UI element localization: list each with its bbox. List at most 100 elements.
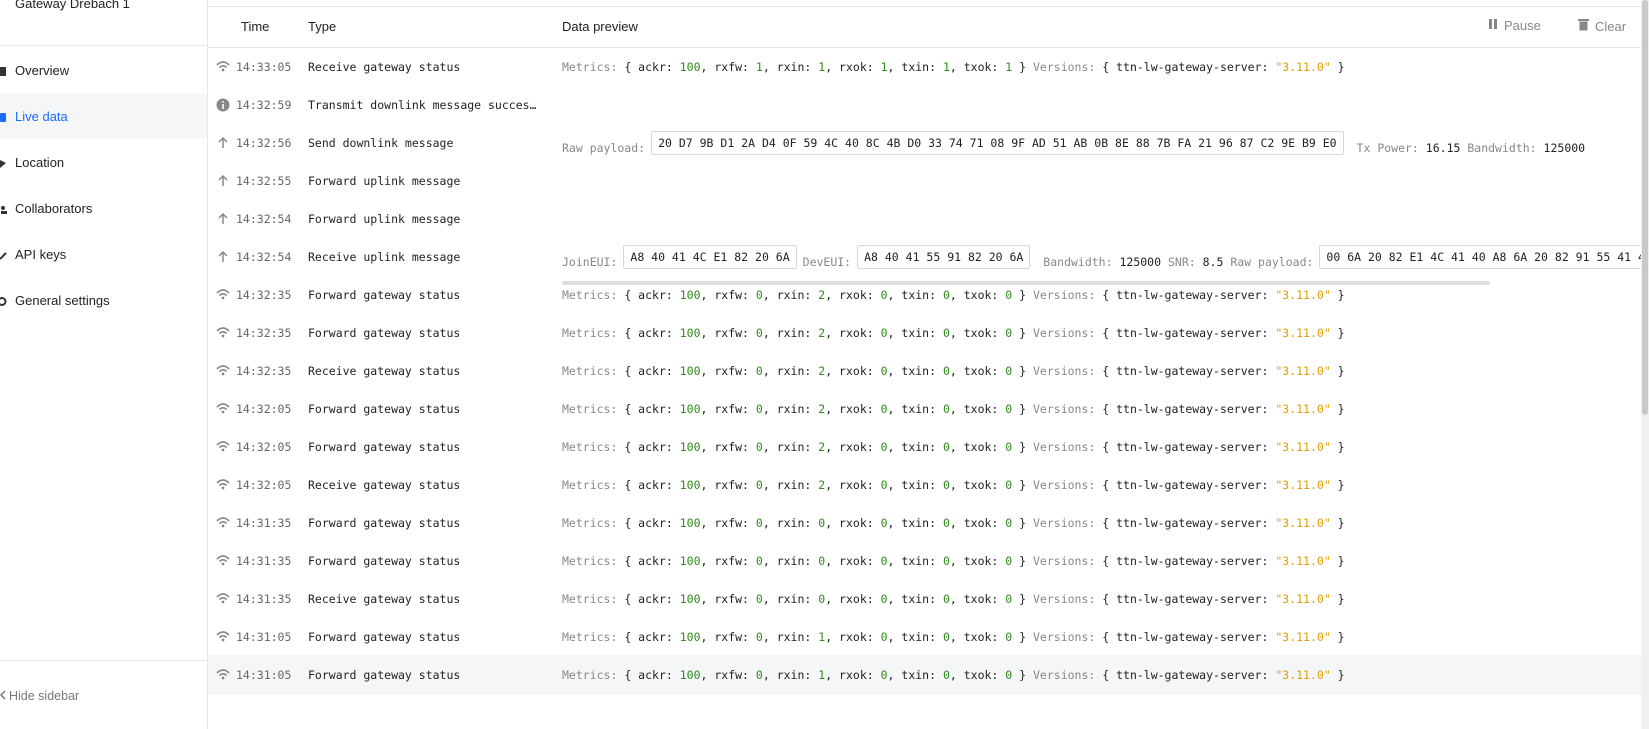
column-header-data-preview: Data preview bbox=[562, 19, 638, 34]
data-preview: Metrics: { ackr: 100, rxfw: 1, rxin: 1, … bbox=[562, 60, 1345, 74]
sidebar-item-api-keys[interactable]: API keys bbox=[0, 232, 207, 276]
metric-value: 0 bbox=[942, 516, 950, 530]
metric-name: rxfw: bbox=[714, 478, 756, 492]
event-type: Forward gateway status bbox=[308, 630, 461, 644]
event-time: 14:32:35 bbox=[236, 326, 292, 340]
data-preview: Metrics: { ackr: 100, rxfw: 0, rxin: 1, … bbox=[562, 668, 1345, 682]
metric-value: 0 bbox=[1005, 402, 1013, 416]
metric-name: rxin: bbox=[776, 478, 819, 492]
clear-button[interactable]: Clear bbox=[1578, 18, 1626, 34]
metric-value: 0 bbox=[1005, 326, 1013, 340]
table-row[interactable]: 14:32:55 Forward uplink message bbox=[208, 161, 1649, 201]
sidebar-item-live-data[interactable]: Live data bbox=[0, 94, 207, 138]
metric-value: 0 bbox=[880, 478, 888, 492]
version-value: "3.11.0" bbox=[1275, 402, 1331, 416]
wifi-icon bbox=[216, 326, 230, 340]
data-preview: JoinEUI: A8 40 41 4C E1 82 20 6A DevEUI: A8… bbox=[562, 245, 1649, 274]
server-key: ttn-lw-gateway-server: bbox=[1116, 364, 1269, 378]
metric-name: rxin: bbox=[776, 554, 819, 568]
metric-value: 0 bbox=[880, 364, 888, 378]
event-time: 14:32:05 bbox=[236, 478, 292, 492]
data-preview: Metrics: { ackr: 100, rxfw: 0, rxin: 2, … bbox=[562, 402, 1345, 416]
versions-key: Versions: bbox=[1033, 60, 1096, 74]
metric-name: txin: bbox=[901, 516, 943, 530]
metric-value: 0 bbox=[1005, 592, 1013, 606]
event-type: Receive gateway status bbox=[308, 60, 461, 74]
sidebar-item-overview[interactable]: Overview bbox=[0, 48, 207, 92]
server-key: ttn-lw-gateway-server: bbox=[1116, 630, 1269, 644]
metric-value: 0 bbox=[942, 630, 950, 644]
table-row[interactable]: 14:32:05 Receive gateway status Metrics: {… bbox=[208, 465, 1649, 505]
table-row[interactable]: 14:32:05 Forward gateway status Metrics: {… bbox=[208, 427, 1649, 467]
version-value: "3.11.0" bbox=[1275, 288, 1331, 302]
event-type: Send downlink message bbox=[308, 136, 454, 150]
event-time: 14:31:35 bbox=[236, 592, 292, 606]
raw-payload-key: Raw payload: bbox=[1230, 255, 1314, 269]
metric-name: rxok: bbox=[839, 592, 881, 606]
server-key: ttn-lw-gateway-server: bbox=[1116, 478, 1269, 492]
sidebar-item-location[interactable]: Location bbox=[0, 140, 207, 184]
metric-name: ackr: bbox=[638, 592, 680, 606]
event-type: Forward gateway status bbox=[308, 402, 461, 416]
table-row[interactable]: 14:33:05 Receive gateway status Metrics: {… bbox=[208, 47, 1649, 87]
horizontal-scrollbar[interactable] bbox=[562, 281, 1490, 285]
event-time: 14:32:56 bbox=[236, 136, 292, 150]
versions-key: Versions: bbox=[1033, 326, 1096, 340]
wifi-icon bbox=[216, 630, 230, 644]
metrics-key: Metrics: bbox=[562, 630, 618, 644]
table-row[interactable]: 14:31:35 Forward gateway status Metrics: {… bbox=[208, 503, 1649, 543]
metric-name: txok: bbox=[963, 440, 1006, 454]
event-time: 14:31:05 bbox=[236, 668, 292, 682]
metric-value: 0 bbox=[880, 592, 888, 606]
metric-value: 2 bbox=[818, 402, 826, 416]
sidebar-item-label: General settings bbox=[15, 292, 110, 308]
table-row[interactable]: 14:32:56 Send downlink message Raw payload… bbox=[208, 123, 1649, 163]
table-row[interactable]: 14:32:54 Forward uplink message bbox=[208, 199, 1649, 239]
metric-name: txok: bbox=[963, 326, 1006, 340]
event-time: 14:32:05 bbox=[236, 402, 292, 416]
table-row[interactable]: 14:32:05 Forward gateway status Metrics: {… bbox=[208, 389, 1649, 429]
metric-name: ackr: bbox=[638, 364, 680, 378]
metric-value: 100 bbox=[679, 554, 701, 568]
table-row[interactable]: 14:31:05 Forward gateway status Metrics: {… bbox=[208, 655, 1649, 695]
data-preview: Metrics: { ackr: 100, rxfw: 0, rxin: 2, … bbox=[562, 326, 1345, 340]
metric-value: 0 bbox=[1005, 364, 1013, 378]
metric-value: 0 bbox=[755, 592, 763, 606]
table-row[interactable]: 14:32:59 Transmit downlink message succes… bbox=[208, 85, 1649, 125]
scrollbar-thumb[interactable] bbox=[1642, 0, 1648, 415]
metric-name: rxin: bbox=[776, 516, 819, 530]
metric-name: rxin: bbox=[776, 630, 819, 644]
metric-name: txin: bbox=[901, 478, 943, 492]
metric-name: txok: bbox=[963, 630, 1006, 644]
dev-eui-key: DevEUI: bbox=[802, 255, 852, 269]
bandwidth-key: Bandwidth: bbox=[1467, 141, 1537, 155]
raw-payload-field[interactable]: 20 D7 9B D1 2A D4 0F 59 4C 40 8C 4B D0 3… bbox=[651, 131, 1344, 155]
raw-payload-field[interactable]: 00 6A 20 82 E1 4C 41 40 A8 6A 20 82 91 5… bbox=[1319, 245, 1649, 269]
table-row[interactable]: 14:31:05 Forward gateway status Metrics: {… bbox=[208, 617, 1649, 657]
metric-value: 1 bbox=[1005, 60, 1013, 74]
event-type: Forward gateway status bbox=[308, 440, 461, 454]
sidebar-item-label: Overview bbox=[15, 62, 70, 78]
table-row[interactable]: 14:32:35 Receive gateway status Metrics: {… bbox=[208, 351, 1649, 391]
live-data-panel: Time Type Data preview Pause Clear 14:33… bbox=[208, 0, 1649, 729]
event-time: 14:32:55 bbox=[236, 174, 292, 188]
table-row[interactable]: 14:31:35 Forward gateway status Metrics: {… bbox=[208, 541, 1649, 581]
event-type: Receive gateway status bbox=[308, 364, 461, 378]
sidebar-item-general-settings[interactable]: General settings bbox=[0, 278, 207, 322]
column-header-type: Type bbox=[308, 19, 337, 34]
metric-name: txok: bbox=[963, 516, 1006, 530]
pause-button[interactable]: Pause bbox=[1488, 18, 1541, 33]
table-row[interactable]: 14:32:54 Receive uplink message JoinEUI: A8… bbox=[208, 237, 1649, 277]
hide-sidebar-button[interactable]: Hide sidebar bbox=[0, 682, 79, 710]
dev-eui-field[interactable]: A8 40 41 55 91 82 20 6A bbox=[857, 245, 1031, 269]
sidebar-item-collaborators[interactable]: Collaborators bbox=[0, 186, 207, 230]
metric-name: txok: bbox=[963, 364, 1006, 378]
info-icon bbox=[216, 98, 230, 112]
metric-value: 100 bbox=[679, 364, 701, 378]
metric-name: rxfw: bbox=[714, 402, 756, 416]
table-row[interactable]: 14:32:35 Forward gateway status Metrics: {… bbox=[208, 313, 1649, 353]
vertical-scrollbar[interactable] bbox=[1641, 0, 1649, 729]
table-row[interactable]: 14:31:35 Receive gateway status Metrics: {… bbox=[208, 579, 1649, 619]
join-eui-field[interactable]: A8 40 41 4C E1 82 20 6A bbox=[623, 245, 797, 269]
metric-name: rxin: bbox=[776, 364, 819, 378]
